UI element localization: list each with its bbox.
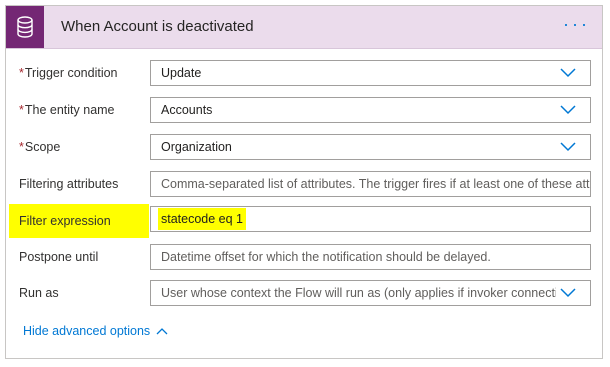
postpone-until-input[interactable]: Datetime offset for which the notificati… [150,244,591,270]
required-marker: * [19,103,24,117]
filter-expression-label: Filter expression [19,214,111,228]
required-marker: * [19,140,24,154]
scope-dropdown[interactable]: Organization [150,134,591,160]
entity-name-value: Accounts [161,103,213,117]
database-icon [6,6,44,48]
scope-label: *Scope [19,140,61,154]
chevron-up-icon [156,324,168,338]
postpone-until-label: Postpone until [19,250,99,264]
hide-advanced-options-label: Hide advanced options [23,324,151,338]
chevron-down-icon[interactable] [556,135,576,159]
more-options-icon[interactable]: ··· [563,6,590,48]
filter-expression-input[interactable]: statecode eq 1 [150,206,591,232]
trigger-condition-value: Update [161,66,202,80]
run-as-dropdown[interactable]: User whose context the Flow will run as … [150,280,591,306]
chevron-down-icon[interactable] [556,98,576,122]
trigger-condition-label: *Trigger condition [19,66,118,80]
run-as-placeholder: User whose context the Flow will run as … [161,286,565,300]
chevron-down-icon[interactable] [556,281,576,305]
filtering-attributes-input[interactable]: Comma-separated list of attributes. The … [150,171,591,197]
entity-name-label: *The entity name [19,103,115,117]
trigger-card: When Account is deactivated ··· *Trigger… [5,5,603,359]
chevron-down-icon[interactable] [556,61,576,85]
card-header[interactable]: When Account is deactivated ··· [6,6,602,49]
scope-value: Organization [161,140,232,154]
filtering-attributes-label: Filtering attributes [19,177,119,191]
trigger-condition-dropdown[interactable]: Update [150,60,591,86]
run-as-label: Run as [19,286,59,300]
card-title: When Account is deactivated [61,18,254,35]
hide-advanced-options-link[interactable]: Hide advanced options [23,324,168,338]
entity-name-dropdown[interactable]: Accounts [150,97,591,123]
required-marker: * [19,66,24,80]
filter-expression-value: statecode eq 1 [158,208,247,230]
